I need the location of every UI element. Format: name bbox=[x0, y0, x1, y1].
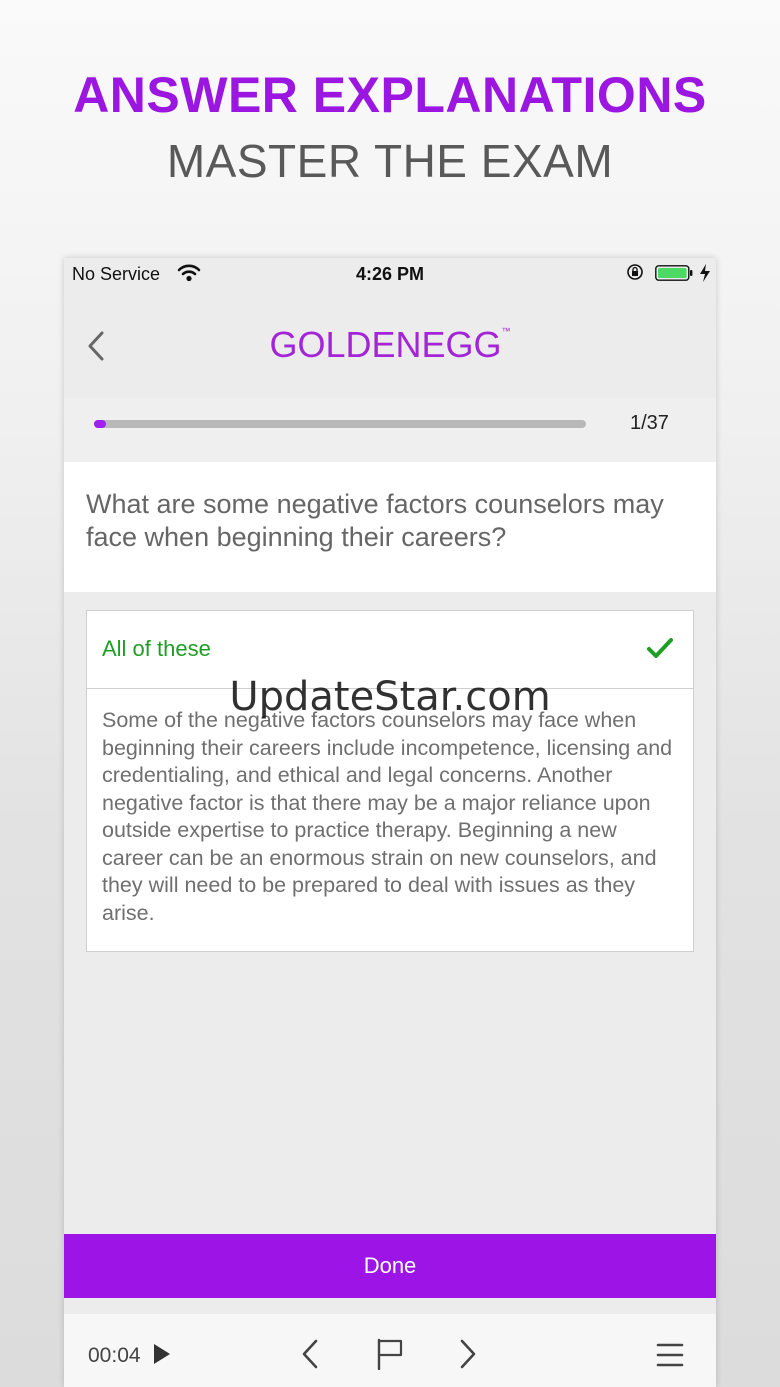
status-bar: No Service 4:26 PM bbox=[64, 258, 716, 288]
chevron-right-icon[interactable] bbox=[458, 1338, 478, 1370]
watermark: UpdateStar.com bbox=[229, 674, 551, 720]
progress-row: 1/37 bbox=[64, 398, 716, 462]
promo-headline: ANSWER EXPLANATIONS bbox=[73, 67, 707, 123]
progress-bar-fill bbox=[94, 420, 107, 428]
answer-label: All of these bbox=[102, 636, 211, 661]
phone-screen: No Service 4:26 PM GOLDENEGG™ 1/37 What … bbox=[64, 258, 716, 1387]
bottom-toolbar: 00:04 bbox=[64, 1314, 716, 1387]
timer-label: 00:04 bbox=[88, 1344, 141, 1367]
promo-subheadline: MASTER THE EXAM bbox=[166, 135, 614, 187]
question-card: What are some negative factors counselor… bbox=[64, 462, 716, 592]
menu-icon[interactable] bbox=[656, 1342, 684, 1368]
nav-bar: GOLDENEGG™ bbox=[64, 298, 716, 398]
answer-explanation: Some of the negative factors counselors … bbox=[102, 708, 673, 925]
play-icon[interactable] bbox=[152, 1342, 172, 1366]
app-logo: GOLDENEGG™ bbox=[64, 324, 716, 366]
question-counter: 1/37 bbox=[630, 412, 669, 434]
answer-card: All of these Some of the negative factor… bbox=[86, 610, 694, 952]
chevron-left-icon[interactable] bbox=[300, 1338, 320, 1370]
question-text: What are some negative factors counselor… bbox=[86, 489, 664, 552]
done-button[interactable]: Done bbox=[64, 1234, 716, 1298]
status-time: 4:26 PM bbox=[355, 264, 425, 284]
orientation-lock-icon bbox=[627, 264, 643, 280]
battery-icon bbox=[655, 265, 693, 281]
logo-trademark: ™ bbox=[501, 326, 511, 336]
charging-icon bbox=[700, 264, 710, 282]
checkmark-icon bbox=[647, 638, 673, 658]
progress-bar bbox=[94, 420, 586, 428]
flag-icon[interactable] bbox=[376, 1338, 404, 1370]
logo-text: GOLDENEGG bbox=[269, 324, 502, 365]
